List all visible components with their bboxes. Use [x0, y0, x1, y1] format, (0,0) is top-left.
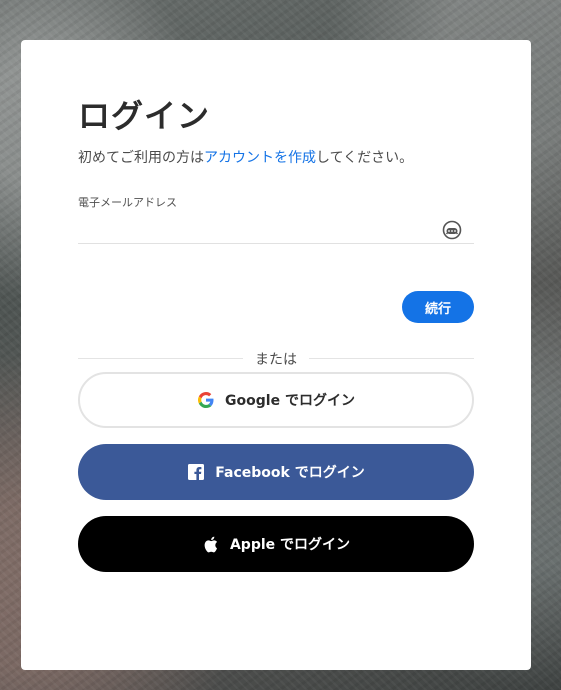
facebook-login-label: Facebook でログイン [215, 465, 365, 481]
signup-prompt-suffix: してください。 [316, 150, 414, 166]
google-icon [197, 391, 215, 409]
continue-button[interactable]: 続行 [402, 291, 474, 323]
continue-row: 続行 [78, 291, 474, 323]
google-login-label: Google でログイン [225, 393, 355, 409]
signup-prompt: 初めてご利用の方はアカウントを作成してください。 [78, 148, 474, 168]
email-input[interactable] [78, 216, 474, 244]
login-card: ログイン 初めてご利用の方はアカウントを作成してください。 電子メールアドレス … [21, 40, 531, 670]
or-divider: または [78, 349, 474, 368]
email-field-group: 電子メールアドレス [78, 196, 474, 244]
apple-login-label: Apple でログイン [229, 537, 351, 553]
apple-icon [202, 535, 220, 553]
email-label: 電子メールアドレス [78, 196, 177, 209]
password-manager-icon[interactable] [442, 220, 462, 240]
facebook-login-button[interactable]: Facebook でログイン [78, 444, 474, 500]
google-login-button[interactable]: Google でログイン [78, 372, 474, 428]
apple-login-button[interactable]: Apple でログイン [78, 516, 474, 572]
signup-prompt-prefix: 初めてご利用の方は [78, 150, 204, 166]
page-title: ログイン [78, 97, 211, 135]
facebook-icon [187, 463, 205, 481]
or-divider-text: または [243, 352, 309, 368]
create-account-link[interactable]: アカウントを作成 [204, 150, 316, 166]
